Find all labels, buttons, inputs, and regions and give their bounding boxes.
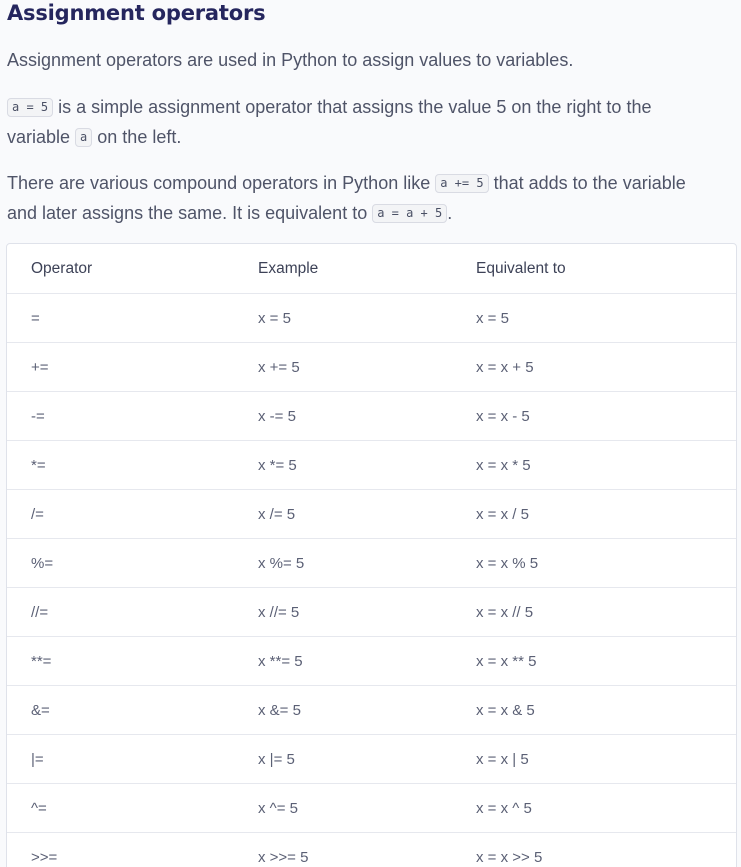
operator-cell: /= <box>7 489 258 539</box>
paragraph-text: that adds to the variable <box>488 173 686 193</box>
paragraph-text: . <box>447 203 453 223</box>
inline-code: a = a + 5 <box>372 204 448 223</box>
operators-table: Operator Example Equivalent to = x = 5 x… <box>7 244 736 867</box>
example-cell: x |= 5 <box>258 734 476 784</box>
example-cell: x -= 5 <box>258 391 476 441</box>
example-cell: x /= 5 <box>258 489 476 539</box>
equivalent-cell: x = x | 5 <box>476 734 736 784</box>
paragraph-text: There are various compound operators in … <box>7 173 436 193</box>
example-cell: x = 5 <box>258 293 476 343</box>
operators-table-container: Operator Example Equivalent to = x = 5 x… <box>6 243 737 867</box>
column-header-equivalent: Equivalent to <box>476 244 736 294</box>
example-cell: x %= 5 <box>258 538 476 588</box>
inline-code: a <box>75 128 93 147</box>
example-cell: x ^= 5 <box>258 783 476 833</box>
paragraph-text: variable <box>7 127 76 147</box>
operator-cell: ^= <box>7 783 258 833</box>
table-row: //= x //= 5 x = x // 5 <box>7 587 736 637</box>
table-row: /= x /= 5 x = x / 5 <box>7 489 736 539</box>
paragraph-text: and later assigns the same. It is equiva… <box>7 203 373 223</box>
table-row: -= x -= 5 x = x - 5 <box>7 391 736 441</box>
inline-code: a += 5 <box>435 174 489 193</box>
equivalent-cell: x = x >> 5 <box>476 832 736 867</box>
table-row: >>= x >>= 5 x = x >> 5 <box>7 832 736 867</box>
equivalent-cell: x = x - 5 <box>476 391 736 441</box>
operator-cell: //= <box>7 587 258 637</box>
table-row: |= x |= 5 x = x | 5 <box>7 734 736 784</box>
equivalent-cell: x = x // 5 <box>476 587 736 637</box>
operator-cell: %= <box>7 538 258 588</box>
operator-cell: *= <box>7 440 258 490</box>
example-cell: x += 5 <box>258 342 476 392</box>
column-header-example: Example <box>258 244 476 294</box>
paragraph-text: on the left. <box>92 127 182 147</box>
equivalent-cell: x = x * 5 <box>476 440 736 490</box>
equivalent-cell: x = x / 5 <box>476 489 736 539</box>
equivalent-cell: x = x + 5 <box>476 342 736 392</box>
example-cell: x //= 5 <box>258 587 476 637</box>
table-header-row: Operator Example Equivalent to <box>7 244 736 294</box>
equivalent-cell: x = x % 5 <box>476 538 736 588</box>
paragraph-text: is a simple assignment operator that ass… <box>53 97 652 117</box>
operator-cell: **= <box>7 636 258 686</box>
operator-cell: += <box>7 342 258 392</box>
operator-cell: |= <box>7 734 258 784</box>
equivalent-cell: x = 5 <box>476 293 736 343</box>
table-row: ^= x ^= 5 x = x ^ 5 <box>7 783 736 833</box>
inline-code: a = 5 <box>7 98 54 117</box>
intro-paragraph: Assignment operators are used in Python … <box>7 50 574 70</box>
column-header-operator: Operator <box>7 244 258 294</box>
simple-assignment-paragraph: a = 5 is a simple assignment operator th… <box>7 92 651 152</box>
equivalent-cell: x = x ^ 5 <box>476 783 736 833</box>
page: Assignment operators Assignment operator… <box>0 0 741 867</box>
example-cell: x *= 5 <box>258 440 476 490</box>
table-row: %= x %= 5 x = x % 5 <box>7 538 736 588</box>
table-row: *= x *= 5 x = x * 5 <box>7 440 736 490</box>
equivalent-cell: x = x ** 5 <box>476 636 736 686</box>
section-title: Assignment operators <box>7 1 266 25</box>
example-cell: x **= 5 <box>258 636 476 686</box>
operator-cell: = <box>7 293 258 343</box>
operator-cell: -= <box>7 391 258 441</box>
example-cell: x &= 5 <box>258 685 476 735</box>
table-row: **= x **= 5 x = x ** 5 <box>7 636 736 686</box>
operator-cell: >>= <box>7 832 258 867</box>
table-row: += x += 5 x = x + 5 <box>7 342 736 392</box>
example-cell: x >>= 5 <box>258 832 476 867</box>
equivalent-cell: x = x & 5 <box>476 685 736 735</box>
compound-operators-paragraph: There are various compound operators in … <box>7 168 686 228</box>
operator-cell: &= <box>7 685 258 735</box>
table-row: = x = 5 x = 5 <box>7 293 736 343</box>
table-row: &= x &= 5 x = x & 5 <box>7 685 736 735</box>
